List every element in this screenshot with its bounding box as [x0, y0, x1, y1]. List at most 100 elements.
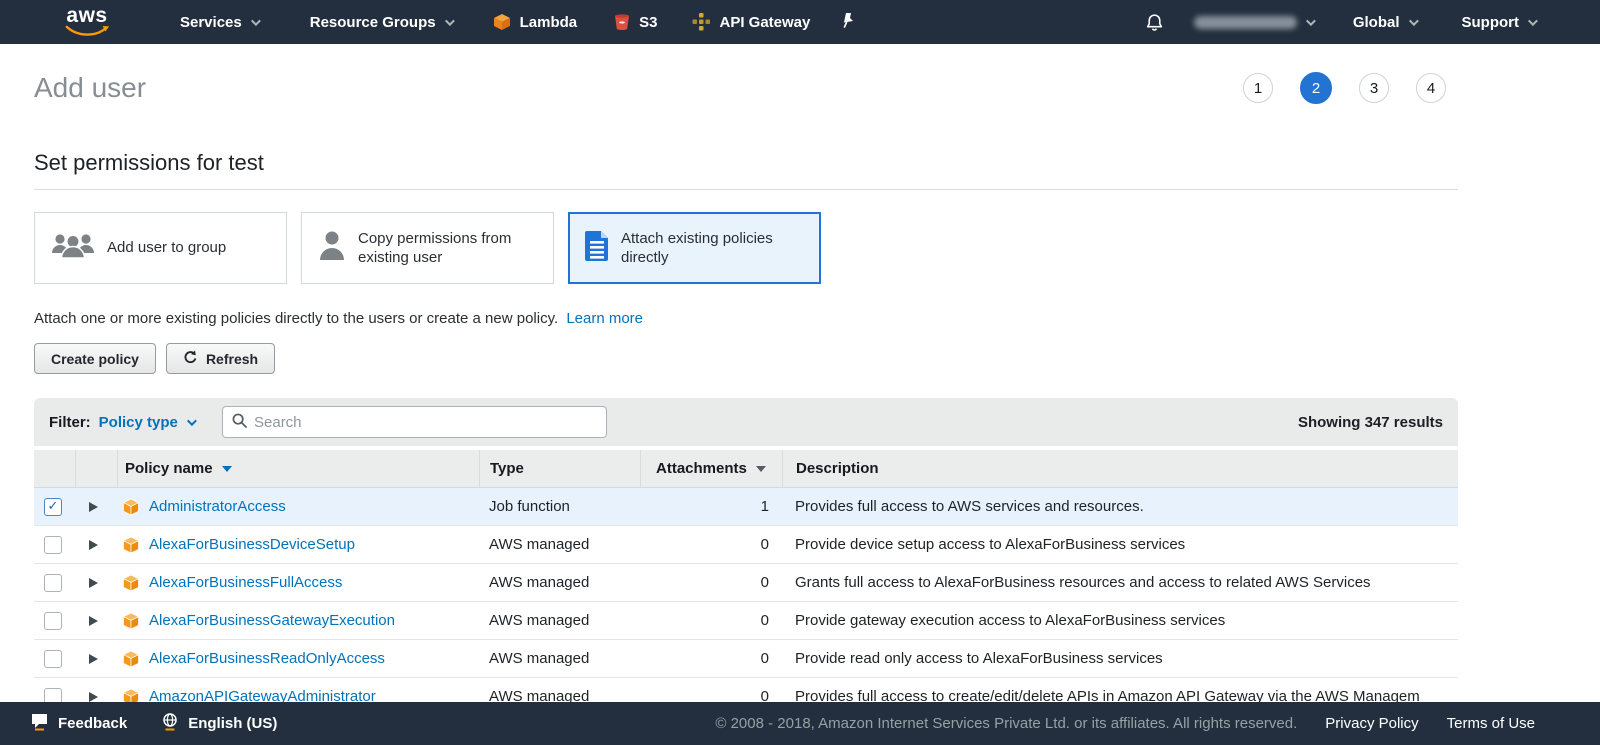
- policy-cube-icon: [122, 612, 140, 630]
- chevron-down-icon: [250, 15, 261, 26]
- expand-arrow-icon[interactable]: [89, 501, 98, 512]
- option-add-user-to-group[interactable]: Add user to group: [34, 212, 287, 284]
- nav-shortcut-lambda[interactable]: Lambda: [492, 12, 577, 32]
- filter-label: Filter:: [49, 413, 91, 431]
- policy-cube-icon: [122, 650, 140, 668]
- chevron-down-icon: [186, 415, 197, 426]
- privacy-policy-link[interactable]: Privacy Policy: [1325, 715, 1418, 732]
- description-cell: Provide read only access to AlexaForBusi…: [795, 650, 1163, 667]
- policy-table: Filter: Policy type Showing 347 results: [34, 398, 1458, 702]
- create-policy-button[interactable]: Create policy: [34, 343, 156, 374]
- nav-resource-groups[interactable]: Resource Groups: [310, 14, 455, 31]
- attachments-cell: 1: [760, 498, 769, 515]
- policy-name-link[interactable]: AlexaForBusinessFullAccess: [149, 574, 342, 591]
- nav-shortcut-api-gateway[interactable]: API Gateway: [691, 12, 810, 32]
- policy-name-link[interactable]: AmazonAPIGatewayAdministrator: [149, 688, 376, 702]
- row-checkbox[interactable]: ✓: [44, 497, 62, 516]
- row-checkbox[interactable]: [44, 535, 62, 554]
- pin-icon: [840, 12, 855, 32]
- chevron-down-icon: [1305, 15, 1316, 26]
- step-2: 2: [1300, 72, 1332, 104]
- attachments-cell: 0: [760, 650, 769, 667]
- feedback-button[interactable]: Feedback: [30, 713, 127, 735]
- chevron-down-icon: [1527, 15, 1538, 26]
- page-title: Add user: [34, 72, 147, 103]
- step-3: 3: [1359, 73, 1389, 103]
- column-expand: [75, 450, 117, 487]
- language-selector[interactable]: English (US): [161, 712, 277, 735]
- aws-console-add-user-screen: aws Services Resource Groups Lambda S3 A…: [0, 0, 1600, 745]
- policy-name-link[interactable]: AdministratorAccess: [149, 498, 286, 515]
- row-checkbox[interactable]: [44, 649, 62, 668]
- policy-name-link[interactable]: AlexaForBusinessReadOnlyAccess: [149, 650, 385, 667]
- column-type[interactable]: Type: [479, 450, 640, 487]
- row-checkbox[interactable]: [44, 573, 62, 592]
- nav-pin-shortcuts[interactable]: [840, 12, 855, 32]
- checkmark-icon: ✓: [47, 499, 59, 514]
- aws-logo-text: aws: [66, 4, 108, 27]
- policy-name-link[interactable]: AlexaForBusinessGatewayExecution: [149, 612, 395, 629]
- table-row: AlexaForBusinessDeviceSetup AWS managed …: [34, 526, 1458, 564]
- support-menu[interactable]: Support: [1462, 14, 1538, 31]
- column-attachments[interactable]: Attachments: [640, 450, 782, 487]
- policy-toolbar: Create policy Refresh: [34, 343, 1458, 374]
- policy-type-cell: AWS managed: [489, 574, 590, 591]
- step-4: 4: [1416, 73, 1446, 103]
- policy-cube-icon: [122, 574, 140, 592]
- nav-services[interactable]: Services: [180, 14, 261, 31]
- main-content: Add user 1 2 3 4 Set permissions for tes…: [34, 44, 1458, 702]
- chevron-down-icon: [1408, 15, 1419, 26]
- terms-of-use-link[interactable]: Terms of Use: [1447, 715, 1535, 732]
- attachments-cell: 0: [760, 612, 769, 629]
- table-row: ✓ AdministratorAccess Job function 1 Pro…: [34, 488, 1458, 526]
- aws-smile-icon: [65, 25, 110, 36]
- divider: [34, 189, 1458, 190]
- search-input[interactable]: [254, 413, 597, 431]
- option-copy-permissions[interactable]: Copy permissions from existing user: [301, 212, 554, 284]
- expand-arrow-icon[interactable]: [89, 577, 98, 588]
- option-attach-existing-policies[interactable]: Attach existing policies directly: [568, 212, 821, 284]
- refresh-icon: [183, 349, 198, 368]
- user-account-menu[interactable]: [1193, 15, 1316, 29]
- lambda-icon: [492, 12, 512, 32]
- attachments-cell: 0: [760, 688, 769, 702]
- row-checkbox[interactable]: [44, 611, 62, 630]
- s3-icon: [613, 12, 631, 32]
- sort-desc-icon: [755, 465, 766, 472]
- column-policy-name[interactable]: Policy name: [117, 450, 479, 487]
- expand-arrow-icon[interactable]: [89, 615, 98, 626]
- expand-arrow-icon[interactable]: [89, 691, 98, 702]
- attachments-cell: 0: [760, 574, 769, 591]
- row-checkbox[interactable]: [44, 687, 62, 702]
- policy-type-cell: AWS managed: [489, 536, 590, 553]
- table-row: AlexaForBusinessFullAccess AWS managed 0…: [34, 564, 1458, 602]
- region-selector[interactable]: Global: [1353, 14, 1419, 31]
- table-row: AlexaForBusinessGatewayExecution AWS man…: [34, 602, 1458, 640]
- copyright-text: © 2008 - 2018, Amazon Internet Services …: [715, 715, 1298, 732]
- table-row: AmazonAPIGatewayAdministrator AWS manage…: [34, 678, 1458, 702]
- help-text: Attach one or more existing policies dir…: [34, 310, 644, 327]
- search-icon: [232, 413, 247, 432]
- column-select: [34, 450, 75, 487]
- expand-arrow-icon[interactable]: [89, 539, 98, 550]
- policy-type-cell: Job function: [489, 498, 570, 515]
- step-indicator: 1 2 3 4: [1243, 72, 1446, 104]
- learn-more-link[interactable]: Learn more: [566, 310, 643, 327]
- description-cell: Provide gateway execution access to Alex…: [795, 612, 1226, 629]
- policy-type-cell: AWS managed: [489, 650, 590, 667]
- description-cell: Provide device setup access to AlexaForB…: [795, 536, 1186, 553]
- policy-type-filter[interactable]: Policy type: [99, 414, 197, 431]
- refresh-button[interactable]: Refresh: [165, 343, 276, 374]
- notifications-bell-icon[interactable]: [1145, 13, 1164, 32]
- column-description[interactable]: Description: [782, 450, 1458, 487]
- expand-arrow-icon[interactable]: [89, 653, 98, 664]
- policy-cube-icon: [122, 688, 140, 702]
- description-cell: Provides full access to create/edit/dele…: [795, 688, 1420, 702]
- policy-cube-icon: [122, 498, 140, 516]
- chevron-down-icon: [444, 15, 455, 26]
- aws-logo[interactable]: aws: [64, 4, 110, 37]
- single-user-icon: [317, 230, 347, 267]
- policy-name-link[interactable]: AlexaForBusinessDeviceSetup: [149, 536, 355, 553]
- nav-shortcut-s3[interactable]: S3: [613, 12, 657, 32]
- table-row: AlexaForBusinessReadOnlyAccess AWS manag…: [34, 640, 1458, 678]
